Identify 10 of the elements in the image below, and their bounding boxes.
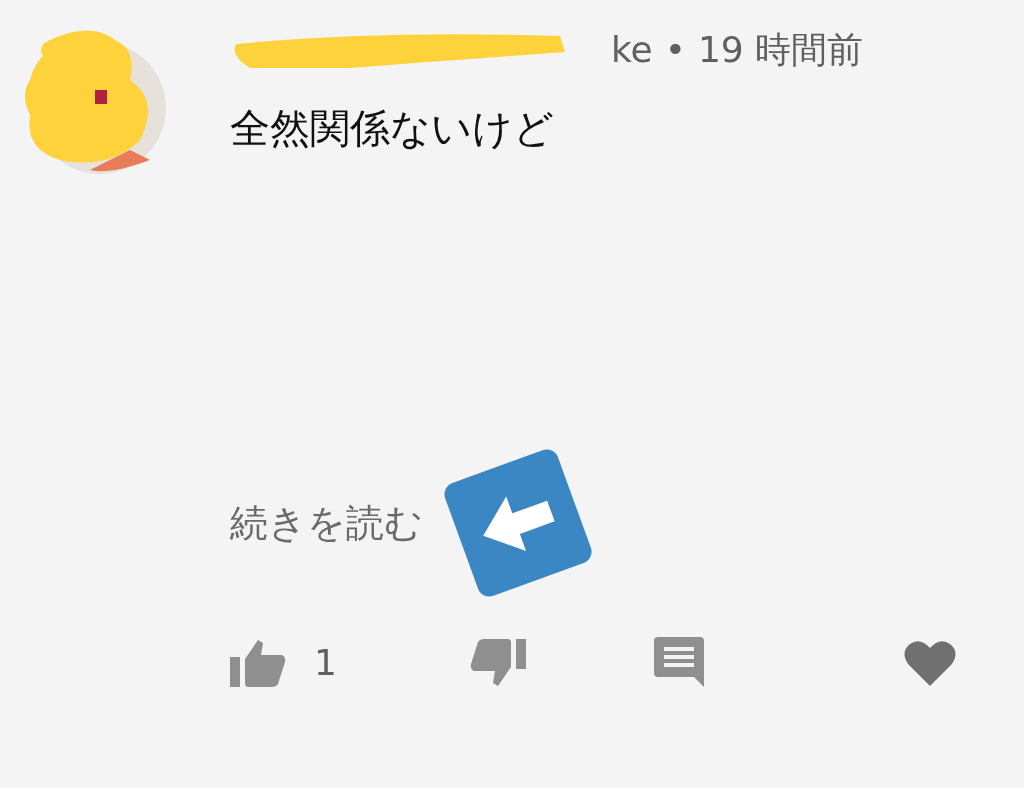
comment-text: 全然関係ないけど xyxy=(230,108,555,148)
thumbs-up-icon[interactable] xyxy=(230,637,286,689)
like-count: 1 xyxy=(314,645,337,681)
heart-icon[interactable] xyxy=(904,640,956,686)
read-more-link[interactable]: 続きを読む xyxy=(230,504,423,542)
thumbs-down-icon[interactable] xyxy=(470,637,526,689)
author-name: ke xyxy=(611,32,653,68)
comment-time: 19 時間前 xyxy=(697,32,864,68)
comment-icon[interactable] xyxy=(654,637,706,689)
separator: • xyxy=(664,32,686,68)
